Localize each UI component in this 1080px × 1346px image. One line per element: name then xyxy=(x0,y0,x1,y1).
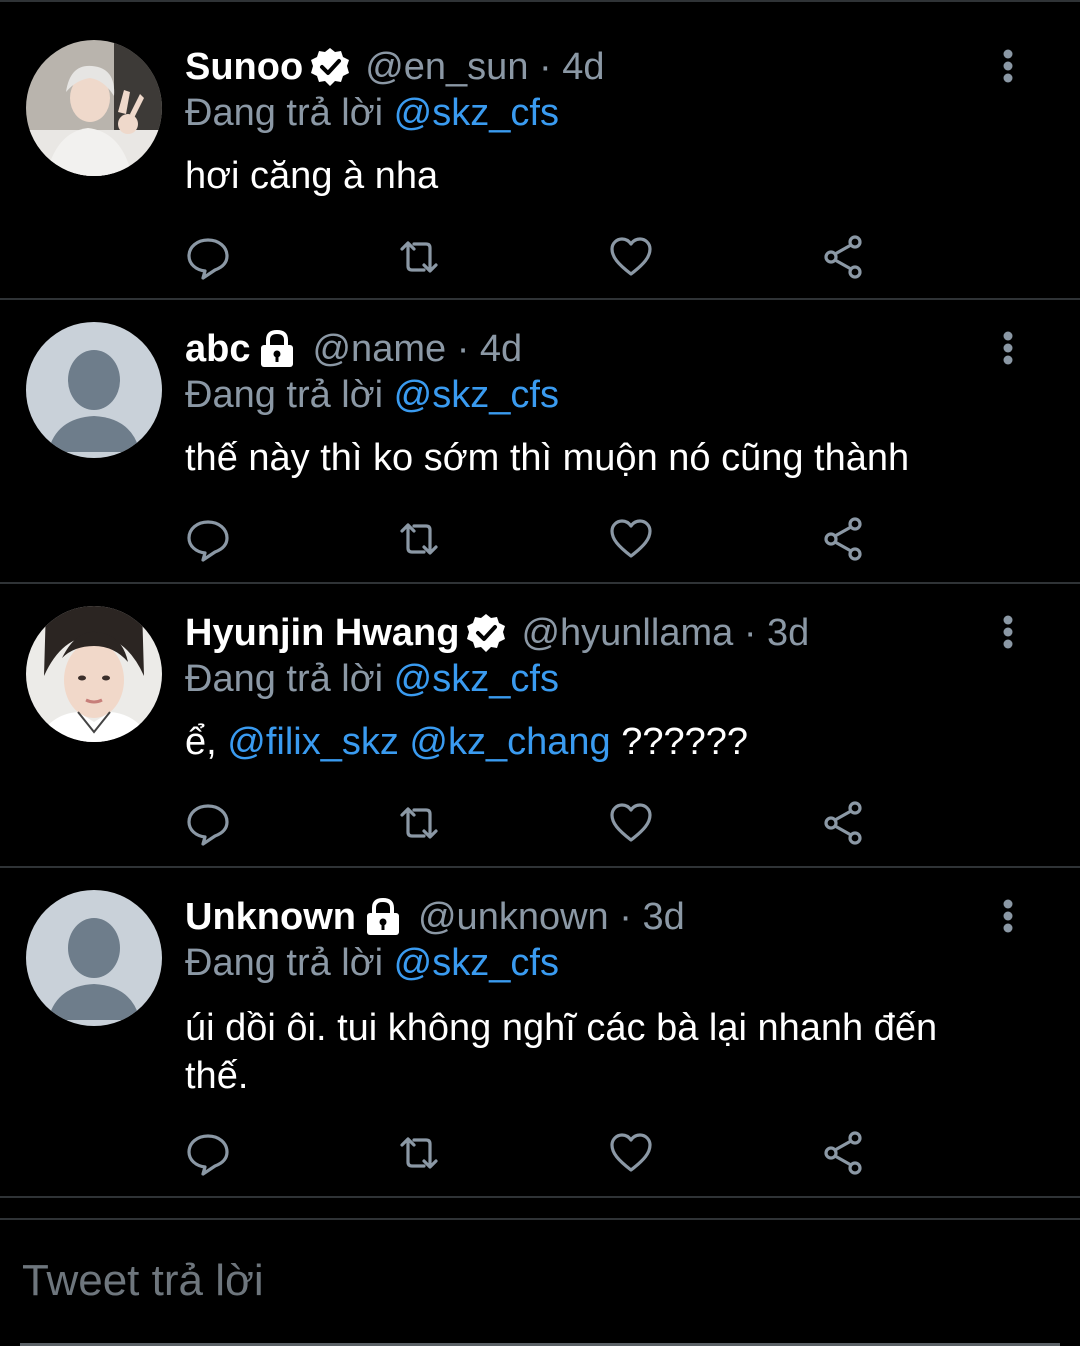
tweet-header: Sunoo @en_sun · 4d xyxy=(185,42,605,92)
replying-to: Đang trả lời @skz_cfs xyxy=(185,942,559,984)
retweet-icon[interactable] xyxy=(394,1128,444,1178)
display-name[interactable]: Hyunjin Hwang xyxy=(185,612,459,655)
action-bar xyxy=(0,798,1080,848)
tweet-item[interactable]: Hyunjin Hwang @hyunllama · 3d Đang trả l… xyxy=(0,584,1080,868)
tweet-header: Hyunjin Hwang @hyunllama · 3d xyxy=(185,608,809,658)
verified-badge-icon xyxy=(309,46,351,88)
display-name[interactable]: Sunoo xyxy=(185,46,303,89)
more-vertical-icon[interactable] xyxy=(996,614,1020,654)
reply-icon[interactable] xyxy=(183,514,233,564)
heart-icon[interactable] xyxy=(606,1128,656,1178)
handle[interactable]: @hyunllama · 3d xyxy=(521,612,809,655)
handle[interactable]: @en_sun · 4d xyxy=(365,46,604,89)
mention-link[interactable]: @filix_skz xyxy=(227,721,399,763)
tweet-text: ể, @filix_skz @kz_chang ?????? xyxy=(185,721,749,763)
replying-to: Đang trả lời @skz_cfs xyxy=(185,374,559,416)
more-vertical-icon[interactable] xyxy=(996,48,1020,88)
retweet-icon[interactable] xyxy=(394,798,444,848)
action-bar xyxy=(0,514,1080,564)
share-icon[interactable] xyxy=(819,798,869,848)
timestamp: · 3d xyxy=(619,895,685,938)
reply-input[interactable]: Tweet trả lời xyxy=(22,1256,264,1306)
mention-link[interactable]: @skz_cfs xyxy=(394,942,559,984)
tweet-text: hơi căng à nha xyxy=(185,155,439,197)
mention-link[interactable]: @skz_cfs xyxy=(394,374,559,416)
default-avatar-icon[interactable] xyxy=(26,322,162,458)
share-icon[interactable] xyxy=(819,232,869,282)
share-icon[interactable] xyxy=(819,514,869,564)
replying-to: Đang trả lời @skz_cfs xyxy=(185,92,559,134)
timestamp: · 4d xyxy=(456,327,523,370)
more-vertical-icon[interactable] xyxy=(996,898,1020,938)
heart-icon[interactable] xyxy=(606,232,656,282)
handle[interactable]: @unknown · 3d xyxy=(418,896,685,939)
avatar[interactable] xyxy=(26,606,162,742)
tweet-item[interactable]: Unknown @unknown · 3d Đang trả lời @skz_… xyxy=(0,868,1080,1198)
tweet-text: úi dồi ôi. tui không nghĩ các bà lại nha… xyxy=(185,1007,938,1097)
timestamp: · 3d xyxy=(743,611,810,654)
avatar[interactable] xyxy=(26,40,162,176)
reply-icon[interactable] xyxy=(183,798,233,848)
reply-icon[interactable] xyxy=(183,232,233,282)
display-name[interactable]: abc xyxy=(185,328,250,371)
mention-link[interactable]: @kz_chang xyxy=(409,721,610,763)
tweet-header: abc @name · 4d xyxy=(185,324,522,374)
handle[interactable]: @name · 4d xyxy=(312,328,522,371)
replying-to: Đang trả lời @skz_cfs xyxy=(185,658,559,700)
heart-icon[interactable] xyxy=(606,514,656,564)
tweet-text: thế này thì ko sớm thì muộn nó cũng thàn… xyxy=(185,437,910,479)
lock-icon xyxy=(362,896,404,938)
lock-icon xyxy=(256,328,298,370)
heart-icon[interactable] xyxy=(606,798,656,848)
retweet-icon[interactable] xyxy=(394,514,444,564)
default-avatar-icon[interactable] xyxy=(26,890,162,1026)
retweet-icon[interactable] xyxy=(394,232,444,282)
mention-link[interactable]: @skz_cfs xyxy=(394,92,559,134)
reply-composer: Tweet trả lời xyxy=(0,1218,1080,1346)
share-icon[interactable] xyxy=(819,1128,869,1178)
tweet-item[interactable]: Sunoo @en_sun · 4d Đang trả lời @skz_cfs… xyxy=(0,2,1080,300)
display-name[interactable]: Unknown xyxy=(185,896,356,939)
more-vertical-icon[interactable] xyxy=(996,330,1020,370)
mention-link[interactable]: @skz_cfs xyxy=(394,658,559,700)
verified-badge-icon xyxy=(465,612,507,654)
reply-icon[interactable] xyxy=(183,1128,233,1178)
tweet-header: Unknown @unknown · 3d xyxy=(185,892,685,942)
action-bar xyxy=(0,1128,1080,1178)
timestamp: · 4d xyxy=(539,45,605,88)
tweet-item[interactable]: abc @name · 4d Đang trả lời @skz_cfs thế… xyxy=(0,300,1080,584)
action-bar xyxy=(0,232,1080,282)
